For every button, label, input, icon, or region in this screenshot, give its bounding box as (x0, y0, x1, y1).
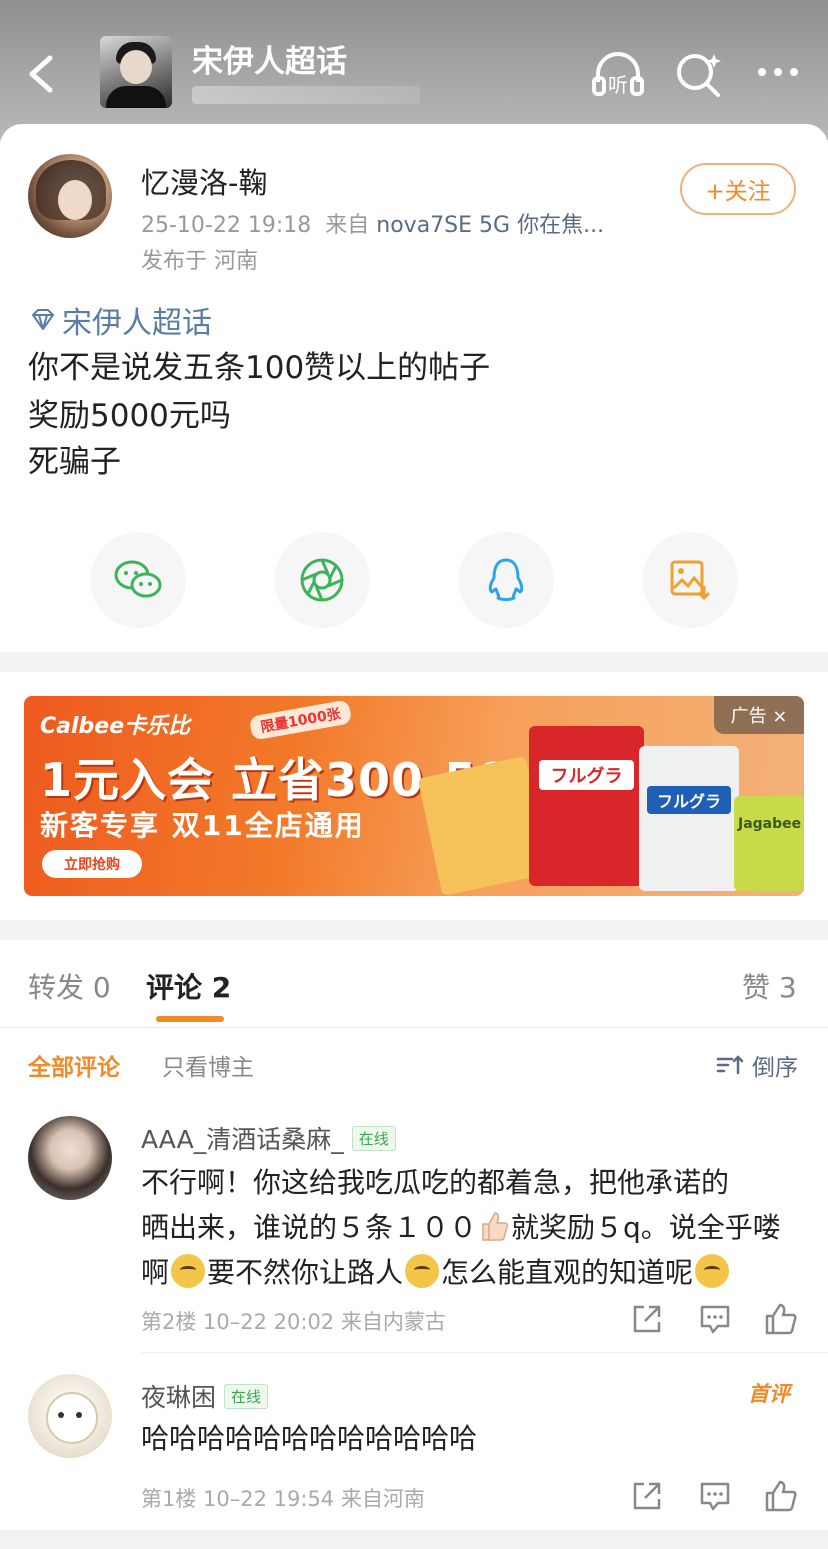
divider (141, 1352, 828, 1353)
reply-icon[interactable] (698, 1479, 732, 1513)
tab-likes[interactable]: 赞 3 (742, 966, 797, 1006)
ad-banner[interactable]: Calbee卡乐比 限量1000张 1元入会 立省300-50 新客专享 双11… (24, 696, 804, 896)
qq-icon (488, 558, 524, 601)
comment-line: 啊 要不然你让路人 怎么能直观的知道呢 (141, 1250, 801, 1295)
comment-segment: 就奖励５q。说全乎喽 (511, 1211, 781, 1244)
commenter-name-row: AAA_清酒话桑麻_ 在线 (141, 1120, 396, 1156)
reply-icon[interactable] (698, 1302, 732, 1336)
share-wechat-button[interactable] (90, 532, 186, 628)
divider (0, 1027, 828, 1028)
post-text-line: 死骗子 (28, 444, 121, 480)
follow-button[interactable]: +关注 (680, 163, 796, 215)
doge-emoji-icon (171, 1254, 206, 1288)
comment-segment: 晒出来，谁说的５条１００ (141, 1211, 478, 1244)
share-icon[interactable] (630, 1302, 664, 1336)
share-icon[interactable] (630, 1479, 664, 1513)
doge-emoji-icon (405, 1254, 440, 1288)
commenter-avatar[interactable] (28, 1374, 112, 1458)
save-image-button[interactable] (642, 532, 738, 628)
filter-author-only[interactable]: 只看博主 (162, 1048, 254, 1082)
online-badge: 在线 (351, 1125, 396, 1151)
comment-segment: 怎么能直观的知道呢 (441, 1256, 694, 1289)
post-location: 发布于 河南 (141, 249, 258, 274)
blurred-subtitle (192, 86, 420, 104)
like-icon[interactable] (764, 1302, 798, 1336)
doge-emoji-icon (695, 1254, 730, 1288)
filter-all-comments[interactable]: 全部评论 (28, 1048, 120, 1082)
comment-meta: 第1楼 10–22 19:54 来自河南 (141, 1487, 425, 1511)
comment-line: 不行啊！你这给我吃瓜吃的都着急，把他承诺的 (141, 1166, 730, 1199)
commenter-name[interactable]: AAA_清酒话桑麻_ (141, 1120, 344, 1156)
commenter-avatar[interactable] (28, 1116, 112, 1200)
save-image-icon (670, 560, 711, 601)
comment-meta: 第2楼 10–22 20:02 来自内蒙古 (141, 1310, 446, 1334)
comment-segment: 要不然你让路人 (207, 1256, 404, 1289)
active-tab-indicator (156, 1016, 224, 1022)
bottom-gap (0, 1530, 828, 1549)
topic-link[interactable]: 宋伊人超话 (28, 298, 212, 342)
moments-icon (300, 558, 344, 602)
first-comment-badge: 首评 (748, 1382, 790, 1406)
comment-segment: 啊 (141, 1256, 170, 1289)
post-meta: 25-10-22 19:18 来自 nova7SE 5G 你在焦... (141, 207, 604, 239)
ad-close-button[interactable]: 广告 × (714, 696, 804, 734)
post-device[interactable]: nova7SE 5G 你在焦... (376, 213, 604, 238)
diamond-icon (32, 309, 54, 330)
ad-cta-button[interactable]: 立即抢购 (42, 850, 142, 878)
back-icon[interactable] (22, 52, 62, 96)
post-time: 25-10-22 19:18 (141, 213, 312, 238)
ad-product-label: Jagabee (738, 816, 802, 832)
more-icon[interactable] (750, 46, 806, 102)
author-name[interactable]: 忆漫洛-鞠 (141, 160, 267, 202)
author-avatar[interactable] (28, 154, 112, 238)
commenter-name-row: 夜琳困 在线 (141, 1378, 269, 1414)
like-icon[interactable] (764, 1479, 798, 1513)
page-title[interactable]: 宋伊人超话 (192, 36, 347, 81)
comment-line: 晒出来，谁说的５条１００ 就奖励５q。说全乎喽 (141, 1205, 801, 1250)
share-qq-button[interactable] (458, 532, 554, 628)
comment-line: 哈哈哈哈哈哈哈哈哈哈哈哈 (141, 1422, 478, 1455)
ad-product-label: フルグラ (647, 786, 731, 814)
sort-label: 倒序 (752, 1055, 798, 1081)
wechat-icon (114, 560, 162, 598)
source-prefix: 来自 (325, 213, 370, 238)
tab-comments[interactable]: 评论 2 (146, 966, 231, 1006)
comment-text: 哈哈哈哈哈哈哈哈哈哈哈哈 (141, 1416, 801, 1461)
sort-toggle[interactable]: 倒序 (716, 1048, 798, 1082)
topic-label: 宋伊人超话 (62, 306, 212, 341)
search-sparkle-icon[interactable] (670, 46, 726, 102)
ad-limited-tag: 限量1000张 (248, 699, 353, 741)
ad-product-cereal-red: フルグラ (529, 726, 644, 886)
tab-repost[interactable]: 转发 0 (28, 966, 111, 1006)
ad-subline: 新客专享 双11全店通用 (40, 809, 365, 842)
thumbs-up-emoji-icon (482, 1212, 509, 1241)
online-badge: 在线 (224, 1383, 269, 1409)
post-text-line: 奖励5000元吗 (28, 398, 231, 434)
post-text-line: 你不是说发五条100赞以上的帖子 (28, 350, 491, 386)
share-moments-button[interactable] (274, 532, 370, 628)
ad-product-cereal-white: フルグラ (639, 746, 739, 891)
svg-text:听: 听 (608, 73, 628, 97)
supertopic-avatar[interactable] (100, 36, 172, 108)
commenter-name[interactable]: 夜琳困 (141, 1378, 216, 1414)
ad-product-label: フルグラ (539, 760, 634, 790)
ad-brand: Calbee卡乐比 (40, 714, 191, 739)
comment-text: 不行啊！你这给我吃瓜吃的都着急，把他承诺的 晒出来，谁说的５条１００ 就奖励５q。… (141, 1160, 801, 1295)
ad-product-jagabee: Jagabee (734, 796, 804, 891)
headphone-listen-icon[interactable]: 听 (590, 46, 646, 102)
sort-icon (716, 1055, 744, 1075)
